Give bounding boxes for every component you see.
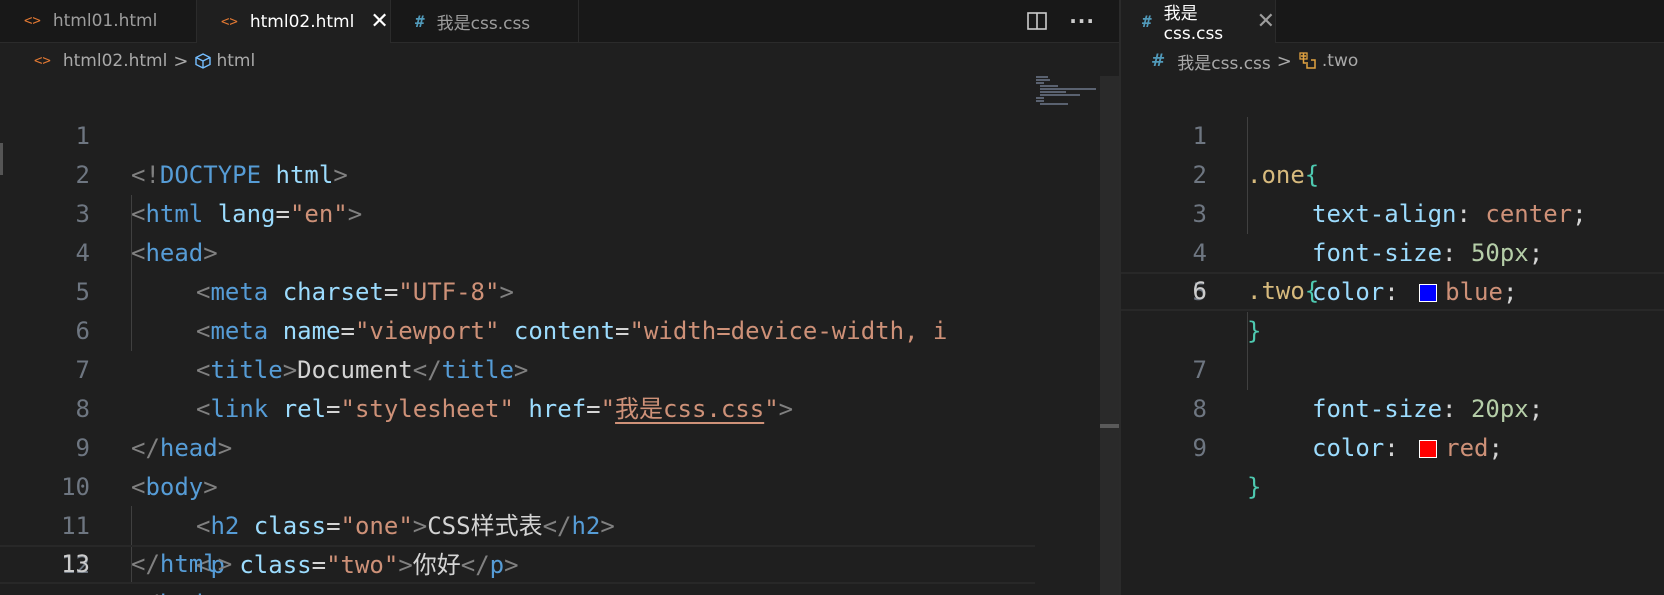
right-editor-group: # 我是css.css ✕ # 我是css.css > .two 1 .one{…	[1121, 0, 1664, 595]
css-selector: .two	[1247, 277, 1305, 305]
punct: >	[217, 550, 233, 578]
code-line: 5 <meta name="viewport" content="width=d…	[0, 234, 1119, 345]
tag-name: body	[160, 590, 218, 595]
brace: {	[1304, 277, 1320, 305]
css-property: color	[1312, 434, 1385, 462]
tab-html01[interactable]: <> html01.html	[0, 0, 197, 42]
code-line: 9 }	[1121, 390, 1664, 501]
code-line-current: 13 </html>	[0, 545, 1035, 584]
tab-css[interactable]: # 我是css.css	[391, 0, 579, 42]
element-cube-icon	[195, 53, 212, 69]
more-actions-icon[interactable]: ···	[1069, 11, 1095, 31]
breadcrumb-file-label: html02.html	[62, 51, 168, 71]
code-line: 8 color: red;	[1121, 351, 1664, 462]
code-line: 3 font-size: 50px;	[1121, 156, 1664, 267]
minimap-line	[1040, 91, 1066, 93]
minimap[interactable]	[1036, 76, 1100, 106]
minimap-line	[1036, 82, 1044, 84]
code-line: 10 <h2 class="one">CSS样式表</h2>	[0, 429, 1119, 540]
html-file-icon: <>	[24, 13, 41, 29]
color-swatch-red[interactable]	[1419, 440, 1438, 458]
scrollbar-thumb[interactable]	[1100, 424, 1119, 428]
code-line: 4 color: blue;	[1121, 195, 1664, 306]
editor-actions: ···	[1027, 0, 1095, 42]
code-line: 3 <head>	[0, 156, 1119, 267]
minimap-line	[1036, 97, 1044, 99]
css-selector-icon	[1299, 52, 1316, 69]
code-line: 7 <link rel="stylesheet" href="我是css.css…	[0, 312, 1119, 423]
right-tab-bar: # 我是css.css ✕	[1121, 0, 1664, 44]
code-line: 11 <p class="two">你好</p>	[0, 468, 1119, 579]
code-editor-html[interactable]: 1 <!DOCTYPE html> 2 <html lang="en"> 3 <…	[0, 78, 1119, 595]
tab-label: 我是css.css	[1163, 4, 1224, 44]
breadcrumb-file[interactable]: # 我是css.css	[1151, 49, 1271, 74]
editor-window: <> html01.html <> html02.html ✕ # 我是css.…	[0, 0, 1664, 595]
code-editor-css[interactable]: 1 .one{ 2 text-align: center; 3 font-siz…	[1121, 78, 1664, 595]
html-file-icon: <>	[34, 53, 51, 69]
vertical-scrollbar[interactable]	[1100, 76, 1119, 595]
code-line: 9 <body>	[0, 390, 1119, 501]
brace: }	[1247, 473, 1262, 501]
chevron-right-icon: >	[173, 50, 189, 72]
code-line: 6 <title>Document</title>	[0, 273, 1119, 384]
breadcrumb-file[interactable]: <> html02.html	[34, 51, 167, 71]
line-number: 6	[1192, 277, 1207, 305]
minimap-line	[1040, 85, 1058, 87]
left-tab-bar: <> html01.html <> html02.html ✕ # 我是css.…	[0, 0, 1119, 43]
left-editor-group: <> html01.html <> html02.html ✕ # 我是css.…	[0, 0, 1119, 595]
css-file-icon: #	[1142, 12, 1152, 31]
code-line: 2 <html lang="en">	[0, 117, 1119, 228]
tag-name: html	[159, 550, 218, 578]
punct: ;	[1488, 434, 1503, 462]
breadcrumb-symbol-label: .two	[1321, 51, 1359, 71]
punct: :	[1384, 434, 1414, 462]
code-line: 8 </head>	[0, 351, 1119, 462]
breadcrumb-symbol[interactable]: .two	[1298, 51, 1358, 71]
minimap-line	[1036, 100, 1044, 102]
minimap-line	[1036, 76, 1048, 78]
punct: </	[131, 590, 160, 595]
code-line: 1 <!DOCTYPE html>	[0, 78, 1119, 189]
punct: >	[218, 590, 232, 595]
minimap-line	[1040, 94, 1080, 96]
tab-html02[interactable]: <> html02.html ✕	[197, 0, 391, 43]
code-line: 4 <meta charset="UTF-8">	[0, 195, 1119, 306]
split-editor-icon[interactable]	[1027, 12, 1048, 30]
code-line: 7 font-size: 20px;	[1121, 312, 1664, 423]
code-line: 5 }	[1121, 234, 1664, 345]
code-line: 1 .one{	[1121, 78, 1664, 189]
tab-label: 我是css.css	[436, 13, 531, 34]
chevron-right-icon: >	[1276, 50, 1292, 72]
minimap-line	[1040, 88, 1096, 90]
punct: </	[131, 550, 160, 578]
css-file-icon: #	[1151, 51, 1166, 71]
minimap-line	[1036, 79, 1050, 81]
css-file-icon: #	[415, 11, 425, 31]
breadcrumb-symbol[interactable]: html	[194, 51, 255, 71]
minimap-line	[1040, 103, 1068, 105]
line-number: 9	[1192, 434, 1207, 462]
tab-label: html02.html	[249, 11, 355, 32]
code-line: 12 </body>	[0, 507, 1119, 595]
breadcrumb: <> html02.html > html	[0, 46, 1119, 76]
line-number: 13	[61, 550, 90, 578]
breadcrumb-symbol-label: html	[216, 51, 256, 71]
tab-css-right[interactable]: # 我是css.css ✕	[1121, 0, 1276, 44]
tab-label: html01.html	[52, 11, 158, 31]
css-value: red	[1445, 434, 1489, 462]
close-icon[interactable]: ✕	[1257, 10, 1275, 33]
breadcrumb: # 我是css.css > .two	[1121, 46, 1664, 76]
html-file-icon: <>	[221, 13, 238, 30]
code-line-current: 6 .two{	[1121, 272, 1664, 311]
code-line: 2 text-align: center;	[1121, 117, 1664, 228]
breadcrumb-file-label: 我是css.css	[1177, 53, 1271, 74]
close-icon[interactable]: ✕	[370, 10, 388, 33]
